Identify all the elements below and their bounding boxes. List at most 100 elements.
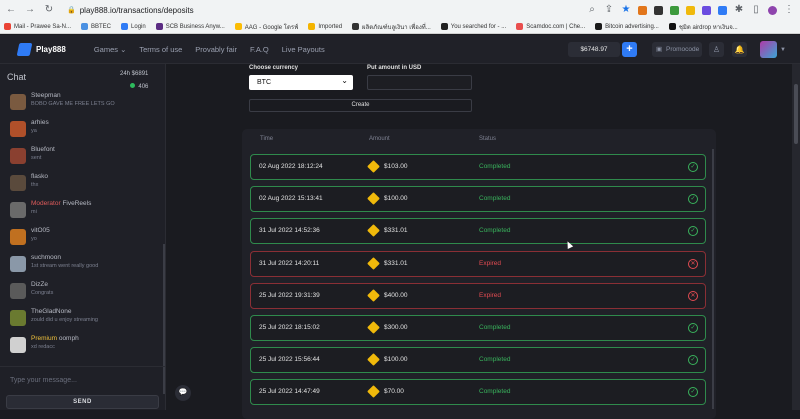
amount-input[interactable] (367, 75, 472, 90)
check-circle-icon: ✓ (688, 162, 698, 172)
chevron-down-icon[interactable]: ▼ (780, 47, 786, 53)
bookmark-favicon-icon (4, 23, 11, 30)
bookmark-favicon-icon (121, 23, 129, 30)
user-icon[interactable]: ♙ (709, 42, 724, 57)
extension-metamask-icon[interactable] (638, 5, 647, 15)
chat-username[interactable]: suchmoon (31, 254, 61, 261)
scroll-thumb[interactable] (794, 84, 798, 144)
browser-toolbar: ← → ↻ 🔒 play888.io/transactions/deposits … (0, 0, 800, 20)
chat-avatar[interactable] (10, 94, 26, 110)
chat-avatar[interactable] (10, 175, 26, 191)
bookmark-item[interactable]: ชุมิต airdrop หาเงินจ... (668, 22, 738, 32)
chat-input[interactable]: Type your message... (0, 366, 166, 392)
transactions-panel: Time Amount Status 02 Aug 2022 18:12:24 $… (242, 129, 716, 419)
chat-avatar[interactable] (10, 256, 26, 272)
bookmark-item[interactable]: Mail - Prawee Sa-N... (4, 23, 71, 30)
extension-icon[interactable] (654, 5, 663, 15)
nav-faq[interactable]: F.A.Q (250, 45, 269, 54)
chat-username[interactable]: Bluefont (31, 146, 55, 153)
transaction-row[interactable]: 25 Jul 2022 14:47:49 $70.00 Completed ✓ (250, 379, 706, 406)
address-bar[interactable]: 🔒 play888.io/transactions/deposits (67, 6, 194, 15)
transaction-row[interactable]: 02 Aug 2022 18:12:24 $103.00 Completed ✓ (250, 154, 706, 180)
nav-terms[interactable]: Terms of use (139, 45, 182, 54)
bookmark-item[interactable]: SCB Business Anyw... (155, 23, 225, 30)
menu-icon[interactable]: ⋮ (784, 5, 794, 15)
panel-scrollbar[interactable] (712, 149, 714, 409)
chat-username[interactable]: Steepman (31, 92, 61, 99)
share-icon[interactable]: ⇪ (604, 5, 614, 15)
bookmark-item[interactable]: Scamdoc.com | Che... (516, 23, 585, 30)
chat-avatar[interactable] (10, 121, 26, 137)
bookmark-item[interactable]: Login (121, 23, 146, 30)
chat-username[interactable]: Moderator FiveReels (31, 200, 91, 207)
bookmark-label: Login (131, 23, 146, 30)
zoom-icon[interactable]: ⌕ (587, 5, 597, 15)
page-scrollbar[interactable] (792, 64, 800, 410)
transaction-time: 25 Jul 2022 18:15:02 (259, 324, 320, 331)
bookmark-item[interactable]: You searched for - ... (440, 23, 506, 30)
chat-message: flasko thx (10, 172, 160, 197)
extension-icon[interactable] (702, 5, 711, 15)
chat-message: arhies ya (10, 118, 160, 143)
send-button[interactable]: SEND (6, 395, 159, 409)
extension-icon[interactable] (670, 5, 679, 15)
chat-sidebar: Chat 24h $6891 406 Steepman BOBO GAVE ME … (0, 64, 166, 410)
transaction-amount: $100.00 (371, 195, 408, 202)
bookmark-item[interactable]: AAG - Google โดรฟ์ (234, 22, 298, 32)
bookmark-item[interactable]: Imported (308, 23, 342, 30)
transaction-row[interactable]: 02 Aug 2022 15:13:41 $100.00 Completed ✓ (250, 186, 706, 213)
bookmark-item[interactable]: ผลิตภัณฑ์บลูเงินา เพื่องที่... (352, 22, 431, 32)
site-logo[interactable]: Play888 (16, 42, 66, 56)
chat-message-text: xd redacc (31, 344, 55, 350)
bookmark-label: Mail - Prawee Sa-N... (14, 23, 72, 30)
bookmark-item[interactable]: BBTEC (81, 23, 111, 30)
reload-icon[interactable]: ↻ (44, 5, 54, 15)
chat-title: Chat (7, 72, 27, 82)
deposit-plus-button[interactable]: + (622, 42, 637, 57)
chat-bubble-icon[interactable]: 💬 (175, 385, 191, 401)
chat-avatar[interactable] (10, 310, 26, 326)
currency-select[interactable]: BTC (249, 73, 353, 90)
transaction-row[interactable]: 25 Jul 2022 15:56:44 $100.00 Completed ✓ (250, 347, 706, 374)
sidepanel-icon[interactable]: ▯ (751, 5, 761, 15)
chat-role-badge: Premium (31, 335, 58, 342)
chat-username[interactable]: arhies (31, 119, 49, 126)
chat-avatar[interactable] (10, 337, 26, 353)
transaction-row[interactable]: 25 Jul 2022 19:31:39 $400.00 Expired ✕ (250, 282, 706, 309)
create-button[interactable]: Create (249, 99, 472, 112)
chat-username[interactable]: flasko (31, 173, 48, 180)
chat-avatar[interactable] (10, 148, 26, 164)
transaction-time: 25 Jul 2022 14:47:49 (259, 388, 320, 396)
user-avatar[interactable] (760, 41, 777, 58)
balance-display[interactable]: $6748.97 (568, 42, 620, 57)
bookmark-favicon-icon (352, 23, 360, 30)
profile-avatar-icon[interactable] (768, 5, 777, 15)
chat-username[interactable]: DizZe (31, 281, 48, 288)
transaction-row[interactable]: 31 Jul 2022 14:20:11 $331.01 Expired ✕ (250, 250, 706, 277)
chat-avatar[interactable] (10, 202, 26, 218)
forward-icon[interactable]: → (25, 5, 35, 15)
promocode-button[interactable]: Promocode (652, 42, 702, 57)
transaction-row[interactable]: 25 Jul 2022 18:15:02 $300.00 Completed ✓ (250, 315, 706, 341)
chat-avatar[interactable] (10, 283, 26, 299)
chat-username[interactable]: TheGladNone (31, 308, 71, 315)
chat-username[interactable]: Premium oomph (31, 335, 79, 342)
nav-live-payouts[interactable]: Live Payouts (282, 45, 325, 54)
nav-games[interactable]: Games ⌄ (94, 45, 127, 54)
star-icon[interactable]: ★ (621, 5, 631, 15)
chat-name-text: oomph (58, 335, 79, 342)
extension-icon[interactable] (686, 5, 695, 15)
chat-avatar[interactable] (10, 229, 26, 245)
column-time: Time (260, 136, 274, 142)
nav-provably-fair[interactable]: Provably fair (195, 45, 237, 54)
transaction-status: Completed (479, 163, 511, 170)
back-icon[interactable]: ← (6, 5, 16, 15)
chat-username[interactable]: vitO05 (31, 227, 50, 234)
extension-icon[interactable] (718, 5, 727, 15)
transaction-row[interactable]: 31 Jul 2022 14:52:36 $331.01 Completed ✓ (250, 218, 706, 245)
puzzle-icon[interactable]: ✱ (734, 5, 744, 15)
bell-icon[interactable]: 🔔 (732, 42, 747, 57)
bookmark-item[interactable]: Bitcoin advertising... (595, 23, 659, 30)
chat-message: TheGladNone zould did u enjoy streaming (10, 307, 160, 332)
chat-message-text: Congrats (31, 290, 54, 296)
